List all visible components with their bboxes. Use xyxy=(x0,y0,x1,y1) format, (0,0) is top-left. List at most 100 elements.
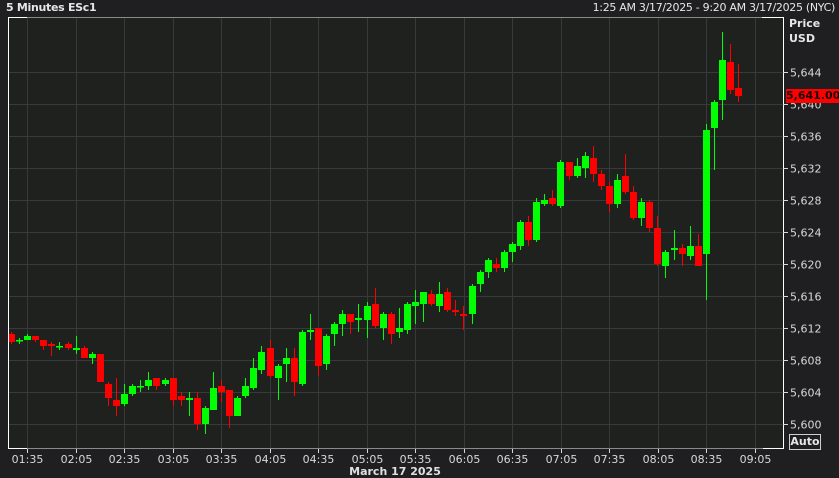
candle-body xyxy=(485,260,492,272)
candle-body xyxy=(646,202,653,228)
price-axis-title: Price xyxy=(789,17,820,30)
candle-body xyxy=(250,368,257,388)
candle-body xyxy=(267,348,274,376)
candle-body xyxy=(170,378,177,400)
candle-body xyxy=(509,244,516,252)
candle-body xyxy=(113,400,120,406)
candle-body xyxy=(355,318,362,320)
candle-body xyxy=(388,314,395,334)
y-tick-label: 5,644 xyxy=(790,67,822,80)
candle-body xyxy=(622,176,629,192)
x-tick-label: 04:05 xyxy=(255,453,287,466)
candle-body xyxy=(339,314,346,324)
candle-body xyxy=(549,198,556,204)
candlestick-chart[interactable]: Price USD 5,600 5,604 5,608 5,612 5,616 5,620… xyxy=(0,0,839,477)
candle-body xyxy=(679,248,686,254)
x-tick-label: 03:35 xyxy=(206,453,238,466)
candle-body xyxy=(428,294,435,304)
candle-body xyxy=(8,334,15,342)
x-tick-label: 06:35 xyxy=(497,453,529,466)
candle-body xyxy=(48,344,55,346)
candle-body xyxy=(242,386,249,396)
candle-body xyxy=(477,272,484,284)
x-tick-label: 07:35 xyxy=(594,453,626,466)
time-axis[interactable]: 01:35 02:05 02:35 03:05 03:35 04:05 04:35 05:05… xyxy=(12,449,772,466)
candle-body xyxy=(711,102,718,128)
candle-up xyxy=(299,330,306,386)
candle-body xyxy=(162,380,169,384)
x-tick-label: 02:05 xyxy=(61,453,93,466)
auto-scale-button[interactable]: Auto xyxy=(789,434,821,450)
candle-body xyxy=(493,264,500,268)
candle-body xyxy=(662,252,669,266)
candle-body xyxy=(226,390,233,416)
candle-up xyxy=(404,302,411,334)
candle-body xyxy=(719,60,726,100)
candle-body xyxy=(420,292,427,304)
candle-body xyxy=(525,222,532,240)
candle-up xyxy=(517,220,524,250)
candle-body xyxy=(452,310,459,312)
candle-body xyxy=(194,398,201,424)
candle-body xyxy=(137,386,144,388)
candle-body xyxy=(501,252,508,268)
candle-body xyxy=(598,174,605,186)
last-price-label: 5,641.00 xyxy=(786,89,839,103)
y-tick-label: 5,620 xyxy=(790,259,822,272)
y-tick-label: 5,624 xyxy=(790,227,822,240)
candle-body xyxy=(258,352,265,370)
candle-body xyxy=(517,222,524,246)
candle-body xyxy=(40,340,47,346)
candle-body xyxy=(436,294,443,306)
date-label: March 17 2025 xyxy=(349,465,441,478)
candle-body xyxy=(671,248,678,250)
candle-body xyxy=(541,200,548,204)
candle-body xyxy=(307,330,314,332)
candle-body xyxy=(121,394,128,404)
x-tick-label: 08:35 xyxy=(691,453,723,466)
candle-body xyxy=(32,336,39,340)
x-tick-label: 09:05 xyxy=(740,453,772,466)
candle-body xyxy=(606,186,613,204)
candle-body xyxy=(630,192,637,218)
candle-body xyxy=(404,304,411,330)
x-tick-label: 04:35 xyxy=(303,453,335,466)
candle-body xyxy=(347,314,354,322)
candle-up xyxy=(557,160,564,208)
candle-body xyxy=(105,384,112,398)
candle-body xyxy=(129,386,136,394)
candle-body xyxy=(56,346,63,348)
candle-body xyxy=(65,344,72,348)
candle-body xyxy=(372,304,379,326)
candle-body xyxy=(331,324,338,334)
x-tick-label: 07:05 xyxy=(546,453,578,466)
y-tick-label: 5,628 xyxy=(790,195,822,208)
candle-body xyxy=(291,358,298,382)
candle-body xyxy=(460,314,467,316)
candle-body xyxy=(566,162,573,176)
y-tick-label: 5,636 xyxy=(790,131,822,144)
candle-body xyxy=(364,306,371,320)
candle-body xyxy=(727,62,734,90)
candle-body xyxy=(654,228,661,264)
candle-body xyxy=(16,340,23,342)
candle-body xyxy=(24,336,31,340)
x-tick-label: 01:35 xyxy=(12,453,44,466)
candle-body xyxy=(323,336,330,364)
candle-body xyxy=(695,246,702,266)
candle-body xyxy=(703,130,710,254)
candle-body xyxy=(299,332,306,384)
candle-body xyxy=(153,378,160,386)
candle-body xyxy=(315,328,322,366)
price-axis[interactable]: 5,600 5,604 5,608 5,612 5,616 5,620 5,624 5,628… xyxy=(783,67,822,432)
candle-body xyxy=(614,180,621,204)
price-axis-currency: USD xyxy=(789,32,815,45)
candle-body xyxy=(89,354,96,358)
candle-body xyxy=(590,158,597,174)
candle-body xyxy=(145,380,152,386)
candle-up xyxy=(234,396,241,416)
candle-body xyxy=(380,314,387,328)
y-tick-label: 5,612 xyxy=(790,323,822,336)
candle-body xyxy=(469,286,476,314)
y-tick-label: 5,604 xyxy=(790,387,822,400)
